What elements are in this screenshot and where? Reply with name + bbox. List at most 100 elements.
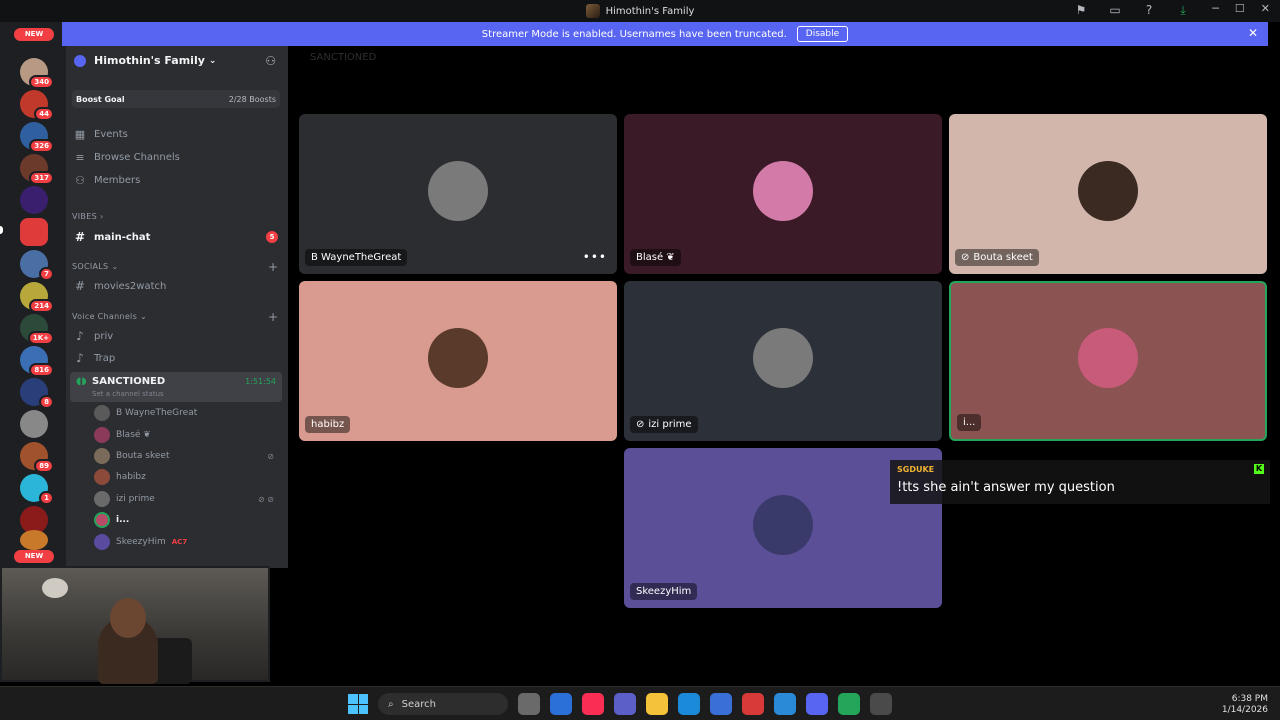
taskbar-search[interactable]: ⌕ Search (378, 693, 508, 715)
category-socials[interactable]: SOCIALS ⌄ + (72, 260, 278, 274)
server-name: Himothin's Family (94, 54, 205, 67)
stage-channel-title: SANCTIONED (310, 52, 377, 63)
avatar (1078, 328, 1138, 388)
search-icon: ⌕ (388, 698, 394, 710)
voice-channel-trap[interactable]: ♪ Trap (74, 349, 282, 367)
system-clock[interactable]: 6:38 PM 1/14/2026 (1222, 694, 1268, 716)
chevron-right-icon: › (99, 212, 104, 221)
clock-date: 1/14/2026 (1221, 705, 1268, 715)
close-window-button[interactable]: ✕ (1261, 2, 1270, 15)
disable-button[interactable]: Disable (796, 26, 849, 42)
app-l-icon[interactable] (742, 693, 764, 715)
server-rail: NEW 340 44 326 317 7 214 1K+ 816 8 89 1 … (0, 22, 66, 568)
voice-channel-priv[interactable]: ♪ priv (74, 327, 282, 345)
voice-user-name: SkeezyHim (116, 537, 166, 547)
voice-user[interactable]: SkeezyHim AC7 (94, 533, 282, 551)
voice-user-name: Blasé ❦ (116, 430, 151, 440)
copilot-icon[interactable] (550, 693, 572, 715)
edge-icon[interactable] (678, 693, 700, 715)
maximize-button[interactable]: ☐ (1235, 2, 1245, 15)
windows-start-icon[interactable] (348, 694, 368, 714)
server-icon[interactable] (20, 410, 48, 438)
webcam-overlay (0, 566, 270, 684)
voice-user[interactable]: i... (94, 511, 282, 529)
discord-icon[interactable] (806, 693, 828, 715)
video-tile[interactable]: B WayneTheGreat ••• (299, 114, 617, 274)
file-explorer-icon[interactable] (646, 693, 668, 715)
channel-movies2watch[interactable]: # movies2watch (74, 277, 282, 295)
tile-name: ⊘ Bouta skeet (955, 249, 1039, 266)
boost-goal-bar[interactable]: Boost Goal 2/28 Boosts (72, 90, 280, 108)
flag-icon[interactable]: ⚑ (1074, 3, 1088, 17)
avatar (428, 328, 488, 388)
minimize-button[interactable]: ─ (1212, 2, 1219, 15)
inbox-icon[interactable]: ▭ (1108, 3, 1122, 17)
tile-name-text: Bouta skeet (973, 252, 1033, 263)
server-icon-active[interactable] (20, 218, 48, 246)
voice-user-name: i... (116, 515, 130, 525)
chat-app-icon[interactable] (838, 693, 860, 715)
server-icon[interactable]: 44 (20, 90, 54, 121)
add-channel-icon[interactable]: + (268, 310, 278, 324)
server-icon[interactable]: 214 (20, 282, 54, 313)
server-icon[interactable]: 8 (20, 378, 54, 409)
server-icon[interactable]: 1K+ (20, 314, 54, 345)
channel-status[interactable]: Set a channel status (92, 390, 164, 398)
help-icon[interactable]: ? (1142, 3, 1156, 17)
server-icon[interactable]: 1 (20, 474, 54, 505)
video-tile-speaking[interactable]: i... (949, 281, 1267, 441)
download-icon[interactable]: ⤓ (1176, 3, 1190, 17)
voice-user[interactable]: izi prime ⊘ ⊘ (94, 490, 282, 508)
close-icon[interactable]: ✕ (1248, 26, 1258, 40)
channel-main-chat[interactable]: # main-chat 5 (74, 228, 282, 246)
category-label: SOCIALS (72, 262, 109, 271)
tile-name-text: izi prime (648, 419, 692, 430)
voice-user[interactable]: habibz (94, 468, 282, 486)
voice-user[interactable]: Blasé ❦ (94, 426, 282, 444)
voice-user[interactable]: Bouta skeet ⊘ (94, 447, 282, 465)
store-icon[interactable] (710, 693, 732, 715)
nav-members[interactable]: ⚇ Members (74, 172, 140, 188)
avatar (1078, 161, 1138, 221)
tile-name: habibz (305, 416, 351, 433)
streamer-mode-banner: Streamer Mode is enabled. Usernames have… (62, 22, 1268, 46)
video-tile[interactable]: Blasé ❦ (624, 114, 942, 274)
boost-goal-label: Boost Goal (76, 94, 125, 104)
add-channel-icon[interactable]: + (268, 260, 278, 274)
server-icon[interactable]: 89 (20, 442, 54, 473)
video-tile[interactable]: ⊘ Bouta skeet (949, 114, 1267, 274)
more-options-icon[interactable]: ••• (583, 250, 607, 264)
server-icon[interactable]: 7 (20, 250, 54, 281)
server-header[interactable]: Himothin's Family ⌄ ⚇ (74, 54, 280, 68)
server-icon[interactable] (20, 186, 48, 214)
video-tile[interactable]: ⊘ izi prime (624, 281, 942, 441)
music-app-icon[interactable] (582, 693, 604, 715)
teams-icon[interactable] (614, 693, 636, 715)
voice-user[interactable]: B WayneTheGreat (94, 404, 282, 422)
app-pen-icon[interactable] (774, 693, 796, 715)
tile-name-text: habibz (311, 419, 345, 430)
server-badge: 340 (29, 75, 54, 89)
voice-channel-sanctioned[interactable]: ◖◗ SANCTIONED Set a channel status 1:51:… (70, 372, 282, 402)
server-icon[interactable]: 326 (20, 122, 54, 153)
video-tile[interactable]: habibz (299, 281, 617, 441)
text-channel-icon: # (74, 230, 86, 244)
media-player-icon[interactable] (870, 693, 892, 715)
task-view-icon[interactable] (518, 693, 540, 715)
tile-name: B WayneTheGreat (305, 249, 408, 266)
ceiling-lamp (42, 578, 68, 598)
nav-browse-channels[interactable]: ≡ Browse Channels (74, 149, 179, 165)
server-icon[interactable] (20, 530, 48, 550)
nav-events[interactable]: ▦ Events (74, 126, 128, 142)
avatar (94, 469, 110, 485)
category-vibes[interactable]: VIBES › (72, 212, 103, 221)
category-voice-channels[interactable]: Voice Channels ⌄ + (72, 310, 278, 324)
chat-overlay: SGDUKE !tts she ain't answer my question… (890, 460, 1270, 504)
deafen-icon: ⊘ ⊘ (258, 494, 274, 504)
server-icon[interactable]: 816 (20, 346, 54, 377)
unread-badge: 5 (266, 231, 278, 243)
server-badge: 214 (29, 299, 54, 313)
server-icon[interactable]: 340 (20, 58, 54, 89)
invite-people-icon[interactable]: ⚇ (265, 54, 276, 68)
server-icon[interactable]: 317 (20, 154, 54, 185)
